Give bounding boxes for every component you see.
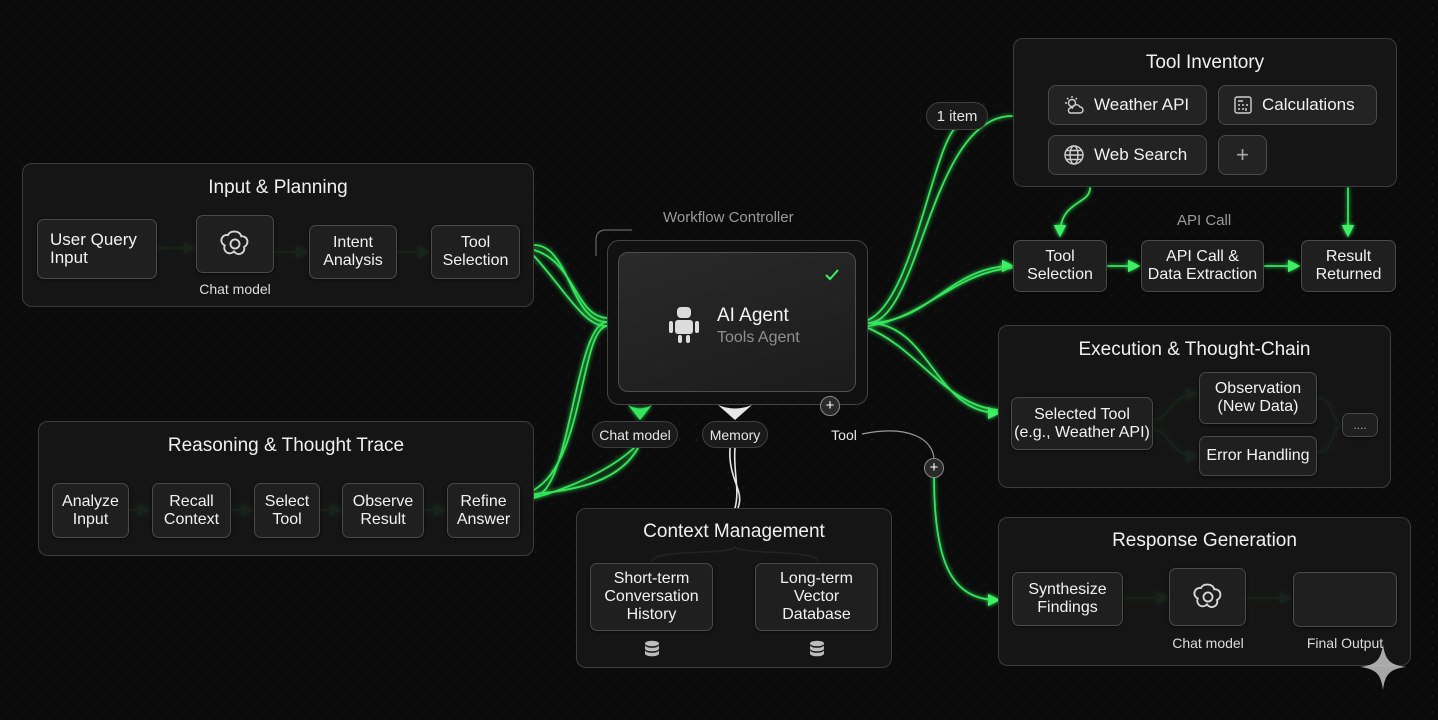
web-search-tool-button[interactable]: Web Search: [1048, 135, 1207, 175]
tool-port[interactable]: Tool: [824, 421, 864, 448]
agent-name: AI Agent: [717, 305, 789, 326]
sparkle-icon: [1360, 644, 1406, 690]
globe-icon: [1064, 145, 1084, 165]
tool-selection-node[interactable]: Tool Selection: [431, 225, 520, 279]
wire-memory-port-2: [729, 447, 741, 509]
input-planning-title: Input & Planning: [208, 177, 348, 198]
wire-inventory-to-toolsel: [1053, 187, 1091, 238]
wire-chat-port: [533, 447, 639, 495]
error-handling-node[interactable]: Error Handling: [1199, 436, 1317, 476]
api-call-extraction-node[interactable]: API Call & Data Extraction: [1141, 240, 1264, 292]
calculations-label: Calculations: [1262, 95, 1355, 114]
short-term-history-node[interactable]: Short-term Conversation History: [590, 563, 713, 631]
database-icon: [645, 640, 659, 657]
api-tool-selection-node[interactable]: Tool Selection: [1013, 240, 1107, 292]
refine-answer-node[interactable]: Refine Answer: [447, 483, 520, 538]
wire-memory-port: [733, 447, 738, 509]
reasoning-title: Reasoning & Thought Trace: [167, 435, 405, 456]
context-title: Context Management: [643, 521, 825, 542]
api-call-label: API Call: [1177, 212, 1232, 229]
observation-node[interactable]: Observation (New Data): [1199, 372, 1317, 424]
chat-model-port[interactable]: Chat model: [592, 421, 678, 448]
weather-api-tool-button[interactable]: Weather API: [1048, 85, 1207, 125]
execution-title: Execution & Thought-Chain: [1078, 339, 1311, 360]
chat-model-caption: Chat model: [199, 281, 271, 297]
diagram-canvas: Input & Planning User Query Input Chat m…: [0, 0, 1438, 720]
chat-port-notch: [628, 405, 652, 420]
select-tool-node[interactable]: Select Tool: [254, 483, 320, 538]
calculator-icon: [1234, 96, 1252, 114]
final-output-node[interactable]: [1293, 572, 1397, 627]
wire-tool-port: [861, 430, 935, 461]
tool-connector-add-button[interactable]: +: [924, 458, 944, 478]
web-search-label: Web Search: [1094, 145, 1188, 164]
wire-agent-to-toolsel-2: [867, 267, 1013, 327]
agent-add-tool-button[interactable]: +: [820, 396, 840, 416]
recall-context-node[interactable]: Recall Context: [152, 483, 231, 538]
analyze-input-node[interactable]: Analyze Input: [52, 483, 129, 538]
wire-planning-to-agent-2: [533, 249, 608, 319]
tool-inventory-title: Tool Inventory: [1145, 52, 1265, 73]
response-chat-model-node[interactable]: [1169, 568, 1246, 626]
result-returned-node[interactable]: Result Returned: [1301, 240, 1396, 292]
response-title: Response Generation: [1112, 530, 1297, 551]
weather-icon: [1065, 96, 1084, 114]
user-query-input-node[interactable]: User Query Input: [37, 219, 157, 279]
response-chat-model-caption: Chat model: [1172, 635, 1244, 651]
wire-agent-to-inventory-2: [867, 124, 961, 321]
item-count-badge: 1 item: [926, 102, 988, 130]
wire-agent-to-exec-2: [867, 327, 999, 411]
wire-planning-to-agent-3: [533, 255, 608, 327]
observe-result-node[interactable]: Observe Result: [342, 483, 424, 538]
chat-model-node[interactable]: [196, 215, 274, 273]
ellipsis-icon[interactable]: ....: [1342, 413, 1378, 437]
openai-logo-icon: [220, 230, 249, 255]
wire-chat-port-2: [533, 447, 635, 499]
robot-icon: [669, 307, 699, 343]
weather-api-label: Weather API: [1094, 95, 1190, 114]
wire-agent-to-exec: [867, 322, 1001, 420]
wire-reasoning-to-agent-2: [533, 325, 608, 491]
check-icon: [825, 269, 839, 281]
wire-agent-to-inventory: [867, 115, 1013, 324]
synthesize-findings-node[interactable]: Synthesize Findings: [1012, 572, 1123, 626]
memory-port[interactable]: Memory: [702, 421, 768, 448]
openai-logo-icon: [1192, 583, 1221, 608]
wire-tool-to-response: [933, 474, 1001, 607]
wire-agent-to-toolsel: [867, 259, 1015, 324]
long-term-vector-db-node[interactable]: Long-term Vector Database: [755, 563, 878, 631]
memory-top-notch: [718, 405, 752, 420]
agent-subtitle: Tools Agent: [717, 329, 800, 346]
ai-agent-node[interactable]: AI Agent Tools Agent: [618, 252, 856, 392]
intent-analysis-node[interactable]: Intent Analysis: [309, 225, 397, 279]
database-icon: [810, 640, 824, 657]
calculations-tool-button[interactable]: Calculations: [1218, 85, 1377, 125]
wire-reasoning-to-agent-1: [533, 321, 608, 497]
plus-icon: +: [1236, 142, 1249, 167]
add-tool-button[interactable]: +: [1218, 135, 1267, 175]
workflow-controller-label: Workflow Controller: [663, 209, 794, 226]
selected-tool-node[interactable]: Selected Tool (e.g., Weather API): [1011, 397, 1153, 450]
